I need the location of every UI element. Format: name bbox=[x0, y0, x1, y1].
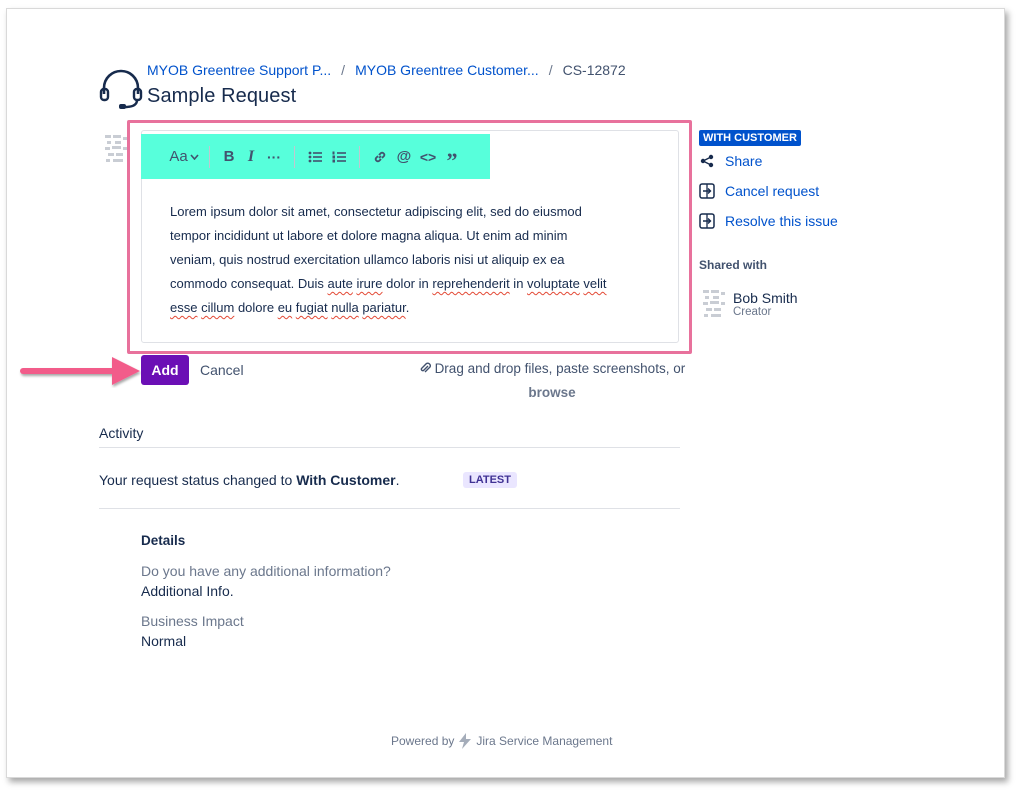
toolbar-divider bbox=[294, 145, 295, 168]
breadcrumb-portal-link[interactable]: MYOB Greentree Customer... bbox=[355, 62, 539, 78]
transition-icon bbox=[699, 213, 715, 229]
italic-icon[interactable]: I bbox=[240, 144, 262, 170]
editor-line: esse cillum dolore eu fugiat nulla paria… bbox=[170, 296, 660, 320]
breadcrumb-separator: / bbox=[548, 62, 553, 78]
share-icon bbox=[699, 153, 715, 169]
code-icon[interactable]: <> bbox=[416, 144, 440, 170]
link-icon[interactable] bbox=[368, 144, 392, 170]
breadcrumb: MYOB Greentree Support P... / MYOB Greentr… bbox=[147, 62, 626, 78]
page-title: Sample Request bbox=[147, 85, 297, 107]
add-button[interactable]: Add bbox=[141, 355, 189, 385]
cancel-button[interactable]: Cancel bbox=[200, 362, 244, 378]
details-heading: Details bbox=[141, 533, 186, 548]
editor-line: veniam, quis nostrud exercitation ullamc… bbox=[170, 252, 565, 267]
misspelled-word: esse bbox=[170, 300, 198, 315]
text-run: dolor in bbox=[382, 276, 433, 291]
misspelled-word: cillum bbox=[201, 300, 235, 315]
bullet-list-icon[interactable] bbox=[303, 144, 327, 170]
text-style-label: Aa bbox=[169, 148, 188, 165]
misspelled-word: eu bbox=[277, 300, 293, 315]
cancel-request-action[interactable]: Cancel request bbox=[699, 183, 819, 199]
misspelled-word: aute bbox=[327, 276, 353, 291]
editor-content[interactable]: Lorem ipsum dolor sit amet, consectetur … bbox=[170, 200, 660, 320]
pointer-arrow-icon bbox=[20, 357, 140, 385]
divider bbox=[99, 447, 680, 448]
issue-key: CS-12872 bbox=[562, 62, 626, 78]
dropzone-text: Drag and drop files, paste screenshots, … bbox=[434, 361, 686, 376]
paperclip-icon bbox=[420, 362, 431, 373]
powered-by-text: Powered by bbox=[391, 734, 455, 748]
mention-icon[interactable]: @ bbox=[392, 144, 416, 170]
editor-line: Lorem ipsum dolor sit amet, consectetur … bbox=[170, 204, 582, 219]
dropzone-text-line: Drag and drop files, paste screenshots, … bbox=[412, 357, 692, 381]
status-badge: WITH CUSTOMER bbox=[699, 130, 801, 146]
shared-user-name: Bob Smith bbox=[733, 290, 798, 306]
text-style-icon[interactable]: Aa bbox=[167, 144, 201, 170]
breadcrumb-project-link[interactable]: MYOB Greentree Support P... bbox=[147, 62, 331, 78]
text-run: . bbox=[405, 300, 410, 315]
editor-line: commodo consequat. Duis aute irure dolor… bbox=[170, 272, 660, 296]
text-run: commodo consequat. Duis bbox=[170, 276, 328, 291]
field-value: Additional Info. bbox=[141, 583, 234, 599]
toolbar-divider bbox=[359, 145, 360, 168]
misspelled-word: voluptate bbox=[527, 276, 580, 291]
user-avatar-icon bbox=[105, 135, 127, 162]
status-change-text: Your request status changed to bbox=[99, 472, 297, 488]
status-change-entry: Your request status changed to With Cust… bbox=[99, 472, 400, 488]
field-label: Do you have any additional information? bbox=[141, 563, 391, 579]
misspelled-word: reprehenderit bbox=[432, 276, 510, 291]
file-dropzone[interactable]: Drag and drop files, paste screenshots, … bbox=[412, 357, 692, 405]
powered-by-footer: Powered by Jira Service Management bbox=[391, 733, 612, 749]
cancel-request-label: Cancel request bbox=[725, 183, 820, 199]
text-run: in bbox=[509, 276, 528, 291]
misspelled-word: nulla bbox=[331, 300, 359, 315]
product-name[interactable]: Jira Service Management bbox=[476, 734, 612, 748]
headset-icon bbox=[99, 69, 143, 109]
divider bbox=[99, 508, 680, 509]
browse-link[interactable]: browse bbox=[412, 381, 692, 405]
numbered-list-icon[interactable] bbox=[327, 144, 351, 170]
user-avatar-icon bbox=[703, 290, 725, 317]
status-change-text: . bbox=[395, 472, 400, 488]
misspelled-word: velit bbox=[583, 276, 607, 291]
resolve-issue-label: Resolve this issue bbox=[725, 213, 838, 229]
misspelled-word: pariatur bbox=[362, 300, 406, 315]
more-icon[interactable]: ··· bbox=[262, 144, 286, 170]
editor-line: tempor incididunt ut labore et dolore ma… bbox=[170, 228, 568, 243]
transition-icon bbox=[699, 183, 715, 199]
shared-with-heading: Shared with bbox=[699, 258, 768, 272]
quote-icon[interactable]: ” bbox=[440, 144, 464, 173]
share-label: Share bbox=[725, 153, 763, 169]
share-action[interactable]: Share bbox=[699, 153, 762, 169]
shared-user-role: Creator bbox=[733, 306, 772, 318]
field-label: Business Impact bbox=[141, 613, 244, 629]
field-value: Normal bbox=[141, 633, 187, 649]
resolve-issue-action[interactable]: Resolve this issue bbox=[699, 213, 838, 229]
activity-heading: Activity bbox=[99, 425, 144, 441]
editor-toolbar: Aa B I ··· @ <> ” bbox=[141, 134, 490, 179]
breadcrumb-separator: / bbox=[341, 62, 346, 78]
bold-icon[interactable]: B bbox=[218, 144, 240, 170]
toolbar-divider bbox=[209, 145, 210, 168]
jira-lightning-icon bbox=[459, 733, 472, 749]
misspelled-word: irure bbox=[356, 276, 383, 291]
text-run: dolore bbox=[234, 300, 278, 315]
latest-badge: LATEST bbox=[463, 472, 517, 488]
misspelled-word: fugiat bbox=[295, 300, 328, 315]
status-change-value: With Customer bbox=[296, 472, 396, 488]
